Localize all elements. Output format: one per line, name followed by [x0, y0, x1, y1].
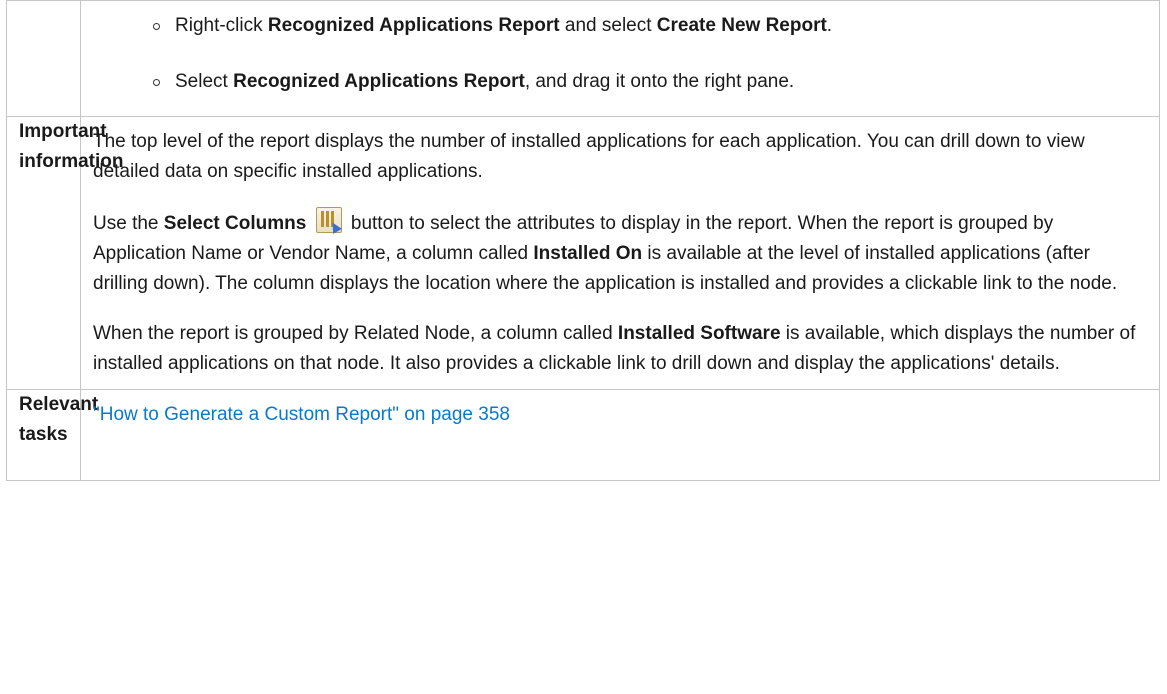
bullet-icon [153, 79, 160, 86]
step-item-1: Right-click Recognized Applications Repo… [153, 11, 1147, 41]
info-table: Right-click Recognized Applications Repo… [6, 0, 1160, 481]
relevant-label-line1: Relevant [19, 394, 99, 415]
step1-bold1: Recognized Applications Report [267, 15, 560, 36]
important-label: Important information [6, 116, 124, 390]
steps-row: Right-click Recognized Applications Repo… [6, 0, 1160, 117]
p2-pre: Use the [93, 213, 164, 234]
step-item-2: Select Recognized Applications Report, a… [153, 67, 1147, 97]
custom-report-link[interactable]: "How to Generate a Custom Report" on pag… [93, 404, 510, 425]
step2-pre: Select [175, 71, 234, 92]
p3-pre: When the report is grouped by Related No… [93, 323, 618, 344]
p2-bold2: Installed On [533, 243, 643, 264]
relevant-label: Relevant tasks [6, 389, 99, 481]
steps-cell: Right-click Recognized Applications Repo… [80, 0, 1160, 117]
step1-post: . [826, 15, 833, 36]
steps-label-cell [6, 0, 81, 117]
relevant-content: "How to Generate a Custom Report" on pag… [80, 389, 1160, 481]
important-label-line1: Important [19, 121, 107, 142]
bullet-icon [153, 23, 160, 30]
p2-bold: Select Columns [163, 213, 307, 234]
step2-post: , and drag it onto the right pane. [524, 71, 795, 92]
step1-bold2: Create New Report [656, 15, 827, 36]
important-paragraph-2: Use the Select Columns button to select … [93, 207, 1147, 299]
relevant-row: Relevant tasks "How to Generate a Custom… [6, 389, 1160, 481]
important-label-line2: information [19, 151, 124, 172]
step1-pre: Right-click [175, 15, 268, 36]
important-content: The top level of the report displays the… [80, 116, 1160, 390]
relevant-label-line2: tasks [19, 424, 68, 445]
important-paragraph-3: When the report is grouped by Related No… [93, 319, 1147, 379]
step1-mid: and select [559, 15, 657, 36]
step2-bold1: Recognized Applications Report [233, 71, 525, 92]
p3-bold: Installed Software [617, 323, 781, 344]
select-columns-icon [315, 207, 342, 234]
steps-list: Right-click Recognized Applications Repo… [93, 11, 1147, 97]
important-paragraph-1: The top level of the report displays the… [93, 131, 1085, 182]
important-row: Important information The top level of t… [6, 116, 1160, 390]
